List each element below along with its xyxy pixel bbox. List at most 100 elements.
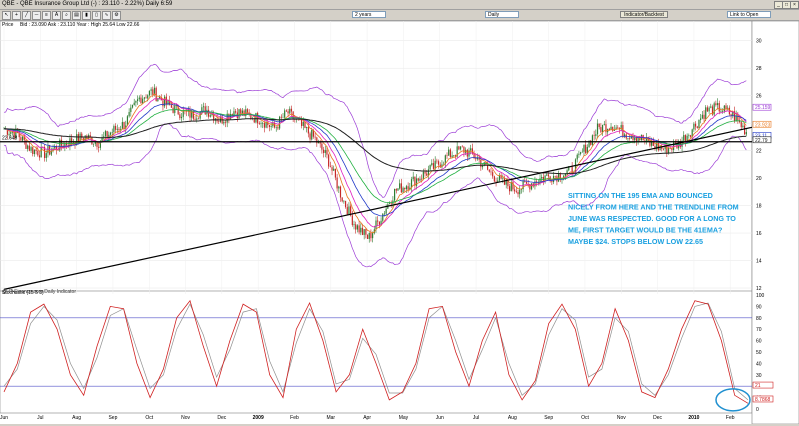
candle-body <box>135 101 137 103</box>
candle-body <box>368 233 370 239</box>
candle-body <box>72 142 74 143</box>
candle-body <box>700 118 702 120</box>
candle-body <box>280 116 282 118</box>
line-chart-icon[interactable]: ∿ <box>102 11 111 20</box>
stoch-panel <box>0 290 753 414</box>
candle-body <box>158 97 161 99</box>
candle-body <box>591 135 594 145</box>
candle-body <box>179 114 181 119</box>
stoch-tick-label: 80 <box>756 316 762 322</box>
close-icon[interactable]: × <box>790 1 799 9</box>
fibonacci-icon[interactable]: ≡ <box>42 11 51 20</box>
candle-body <box>366 234 369 239</box>
candle-body <box>490 171 492 173</box>
candle-body <box>314 136 316 138</box>
candle-body <box>593 135 595 136</box>
price-tick-label: 28 <box>756 66 762 72</box>
candle-body <box>336 177 338 189</box>
range-select[interactable]: 2 years <box>352 11 386 18</box>
x-tick-label: Jun <box>436 415 444 421</box>
candle-body <box>361 227 364 235</box>
candle-body <box>91 137 93 145</box>
cursor-icon[interactable]: ↖ <box>2 11 11 20</box>
candle-body <box>722 111 724 112</box>
candle-body <box>128 112 130 117</box>
candle-body <box>492 172 494 177</box>
candle-body <box>316 137 318 144</box>
candle-body <box>412 176 414 180</box>
candle-body <box>451 155 453 158</box>
candle-body <box>684 135 687 142</box>
candle-body <box>708 107 710 112</box>
candle-body <box>321 143 323 150</box>
candle-body <box>109 132 112 135</box>
candle-body <box>417 178 419 181</box>
candle-body <box>431 163 433 166</box>
candle-body <box>140 97 142 104</box>
candle-body <box>311 129 313 140</box>
text-icon[interactable]: A <box>52 11 61 20</box>
candle-body <box>8 133 10 135</box>
candle-body <box>35 149 37 151</box>
candle-body <box>644 140 646 141</box>
candle-body <box>382 213 384 221</box>
price-tick-label: 20 <box>756 176 762 182</box>
candle-body <box>744 125 746 135</box>
candle-body <box>449 149 451 158</box>
candle-body <box>260 123 262 125</box>
candle-body <box>583 144 585 152</box>
candle-body <box>307 127 309 134</box>
bar-chart-icon[interactable]: ▮ <box>82 11 91 20</box>
x-tick-label: Sep <box>108 415 117 421</box>
annotation-line: ME, FIRST TARGET WOULD BE THE 41EMA? <box>568 226 722 235</box>
candle-body <box>346 207 348 215</box>
candle-body <box>596 123 599 135</box>
candle-body <box>600 127 602 133</box>
zoom-icon[interactable]: ⌕ <box>62 11 71 20</box>
candle-body <box>463 146 465 153</box>
candle-body <box>328 154 330 167</box>
candle-body <box>405 186 408 190</box>
candle-body <box>377 220 379 222</box>
candle-body <box>246 109 249 113</box>
x-tick-label: Jun <box>0 415 8 421</box>
chart-area: 1214161820222426283001020304050607080901… <box>0 20 799 425</box>
indicator-backtest-button[interactable]: Indicator/Backtest <box>620 11 668 18</box>
annotation-line: SITTING ON THE 195 EMA AND BOUNCED <box>568 191 713 200</box>
candle-body <box>123 122 125 129</box>
print-icon[interactable]: ▤ <box>72 11 81 20</box>
candle-body <box>581 151 583 153</box>
candle-body <box>459 146 462 150</box>
candle-body <box>495 181 497 183</box>
candle-body <box>698 119 700 128</box>
candle-body <box>309 133 311 140</box>
candle-body <box>265 121 267 128</box>
candle-body <box>353 224 355 226</box>
candle-body <box>290 108 293 112</box>
candle-body <box>419 178 421 181</box>
candle-body <box>32 147 34 155</box>
candle-icon[interactable]: ▯ <box>92 11 101 20</box>
candle-body <box>542 176 544 181</box>
settings-icon[interactable]: ⚙ <box>112 11 121 20</box>
candle-body <box>713 103 715 115</box>
candle-body <box>385 208 387 214</box>
candle-body <box>150 89 152 91</box>
candle-body <box>258 123 260 125</box>
candle-body <box>180 116 183 119</box>
chart-svg: 1214161820222426283001020304050607080901… <box>0 20 799 425</box>
candle-body <box>289 108 291 114</box>
candle-body <box>344 200 347 208</box>
candle-body <box>116 128 118 130</box>
candle-body <box>705 107 707 120</box>
horizontal-line-icon[interactable]: ─ <box>32 11 41 20</box>
draw-line-icon[interactable]: ╱ <box>22 11 31 20</box>
crosshair-icon[interactable]: + <box>12 11 21 20</box>
x-tick-label: Feb <box>290 415 299 421</box>
interval-select[interactable]: Daily <box>485 11 519 18</box>
candle-body <box>601 124 604 133</box>
link-select[interactable]: Link to Open <box>727 11 771 18</box>
candle-body <box>152 89 154 95</box>
candle-body <box>519 189 521 195</box>
x-tick-label: Apr <box>363 415 371 421</box>
